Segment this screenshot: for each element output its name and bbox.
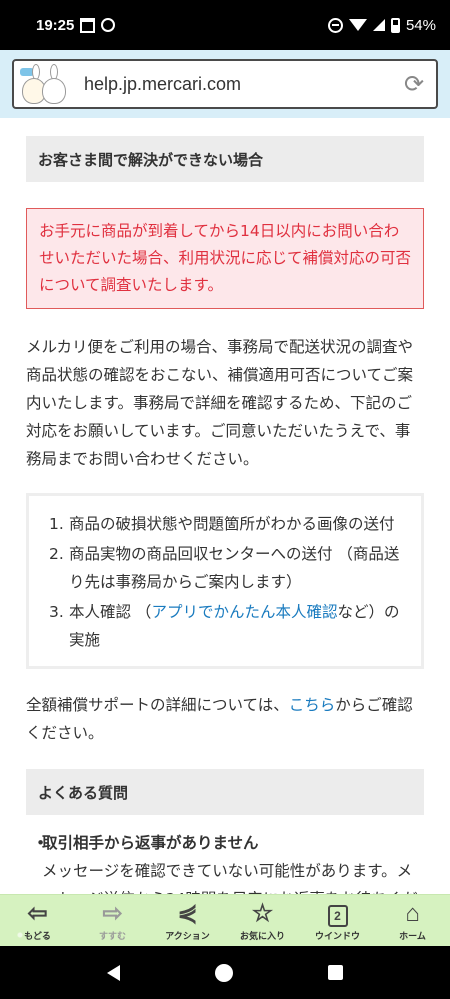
action-button[interactable]: ⋞ アクション — [152, 899, 224, 942]
url-text[interactable]: help.jp.mercari.com — [84, 74, 402, 95]
signal-icon — [372, 19, 385, 31]
status-time: 19:25 — [36, 16, 75, 34]
bullet: • — [36, 834, 46, 852]
nav-back-icon[interactable] — [107, 964, 121, 981]
browser-header: help.jp.mercari.com ⟳ — [0, 50, 450, 118]
forward-arrow-icon: ⇨ — [102, 900, 123, 927]
share-icon: ⋞ — [177, 900, 198, 927]
back-arrow-icon: ⇦ — [27, 900, 48, 927]
calendar-icon — [80, 17, 96, 33]
battery-percent: 54% — [405, 16, 436, 34]
faq-question[interactable]: 取引相手から返事がありません — [42, 829, 424, 857]
window-icon: 2 — [327, 905, 348, 927]
nav-home-icon[interactable] — [214, 963, 233, 982]
status-bar: 19:25 54% — [0, 0, 450, 50]
reload-icon[interactable]: ⟳ — [402, 72, 426, 96]
forward-button[interactable]: ⇨ すすむ — [77, 899, 149, 942]
faq-item[interactable]: • 取引相手から返事がありません メッセージを確認できていない可能性があります。… — [26, 829, 424, 894]
wifi-icon — [348, 19, 367, 31]
steps-box: 1. 商品の破損状態や問題箇所がわかる画像の送付 2. 商品実物の商品回収センタ… — [26, 493, 424, 669]
dnd-icon — [327, 17, 343, 33]
favorites-button[interactable]: ☆ お気に入り — [227, 899, 299, 942]
faq-heading: よくある質問 — [26, 769, 424, 815]
steps-list: 1. 商品の破損状態や問題箇所がわかる画像の送付 2. 商品実物の商品回収センタ… — [49, 510, 405, 654]
support-paragraph: 全額補償サポートの詳細については、こちらからご確認ください。 — [26, 696, 413, 742]
browser-toolbar: ⇦ もどる ⇨ すすむ ⋞ アクション ☆ お気に入り 2 ウインドウ ⌂ ホー… — [0, 894, 450, 946]
window-button[interactable]: 2 ウインドウ — [302, 899, 374, 942]
step-text: 商品の破損状態や問題箇所がわかる画像の送付 — [69, 515, 395, 533]
support-details-link[interactable]: こちら — [289, 696, 336, 714]
address-bar[interactable]: help.jp.mercari.com ⟳ — [12, 59, 438, 109]
star-icon: ☆ — [251, 900, 274, 927]
step-item: 1. 商品の破損状態や問題箇所がわかる画像の送付 — [49, 510, 405, 538]
home-icon: ⌂ — [405, 900, 420, 927]
step-text: 本人確認 （アプリでかんたん本人確認など）の実施 — [69, 603, 400, 649]
home-button[interactable]: ⌂ ホーム — [377, 899, 449, 942]
battery-icon — [390, 17, 400, 33]
step-item: 3. 本人確認 （アプリでかんたん本人確認など）の実施 — [49, 598, 405, 654]
section-heading: お客さま間で解決ができない場合 — [26, 136, 424, 182]
back-button[interactable]: ⇦ もどる — [2, 899, 74, 942]
step-text: 商品実物の商品回収センターへの送付 （商品送り先は事務局からご案内します） — [69, 545, 400, 591]
faq-answer: メッセージを確認できていない可能性があります。メッセージ送信から24時間を目安に… — [42, 862, 418, 894]
step-item: 2. 商品実物の商品回収センターへの送付 （商品送り先は事務局からご案内します） — [49, 540, 405, 596]
nav-recents-icon[interactable] — [327, 965, 343, 980]
system-nav-bar — [0, 946, 450, 999]
alarm-icon — [101, 18, 116, 32]
mascot-icon[interactable] — [20, 64, 68, 104]
identity-verification-link[interactable]: アプリでかんたん本人確認 — [151, 603, 337, 621]
page-content: お客さま間で解決ができない場合 お手元に商品が到着してから14日以内にお問い合わ… — [0, 118, 450, 894]
intro-paragraph: メルカリ便をご利用の場合、事務局で配送状況の調査や商品状態の確認をおこない、補償… — [26, 338, 414, 468]
alert-box: お手元に商品が到着してから14日以内にお問い合わせいただいた場合、利用状況に応じ… — [26, 208, 424, 309]
faq-list: • 取引相手から返事がありません メッセージを確認できていない可能性があります。… — [26, 829, 424, 894]
